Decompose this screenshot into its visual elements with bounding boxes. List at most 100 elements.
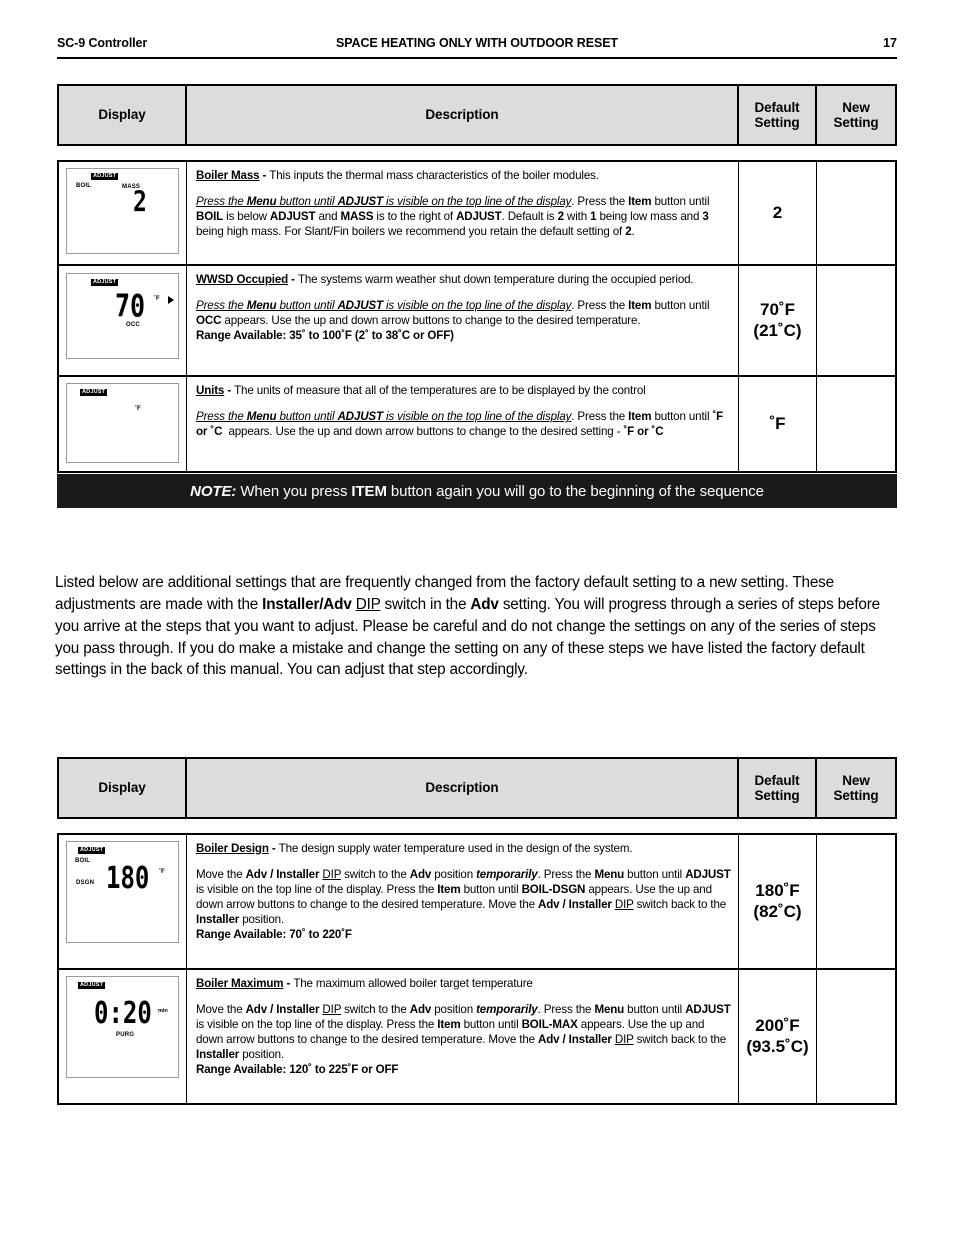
lcd-display-cell: ADJUST BOIL MASS 2 [59,162,187,264]
row-lead-text: The units of measure that all of the tem… [234,384,646,397]
lcd-adjust-badge: ADJUST [91,172,119,180]
default-setting-cell: 2 [739,162,817,264]
lcd-panel-wwsd-occupied: ADJUST 70 ˚F OCC [66,273,179,359]
default-setting-line1: Default [754,772,800,788]
default-setting-line2: Setting [754,788,800,803]
description-cell: Boiler Design - The design supply water … [187,835,739,968]
header-divider [57,57,897,59]
row-lead-text: This inputs the thermal mass characteris… [269,169,599,182]
row-instructions: Press the Menu button until ADJUST is vi… [196,194,710,238]
note-bold-word: ITEM [351,482,387,500]
new-setting-cell[interactable] [817,266,895,375]
default-setting-line1: Default [754,99,800,115]
page-number: 17 [883,36,897,50]
new-setting-cell[interactable] [817,162,895,264]
lcd-adjust-badge: ADJUST [91,278,119,286]
lcd-unit: ˚F [159,869,165,875]
title-separator: - [288,273,298,286]
lcd-display-cell: ADJUST 70 ˚F OCC [59,266,187,375]
default-value-line1: 180˚F [755,881,800,901]
description-cell: WWSD Occupied - The systems warm weather… [187,266,739,375]
title-separator: - [259,169,270,182]
row-description: Boiler Mass - This inputs the thermal ma… [196,169,732,184]
table1-body: ADJUST BOIL MASS 2 Boiler Mass - This in… [57,160,897,473]
table1-col-default-setting: Default Setting [739,86,817,144]
instr-italic-underline: Press the Menu button until ADJUST is vi… [196,298,572,312]
new-setting-cell[interactable] [817,377,895,471]
lcd-display-cell: ADJUST BOIL DSGN 180 ˚F [59,835,187,968]
new-setting-cell[interactable] [817,970,895,1103]
new-setting-line2: Setting [833,788,879,803]
row-instructions: Move the Adv / Installer DIP switch to t… [196,1002,731,1061]
note-text: NOTE: When you press ITEM button again y… [190,482,764,500]
table1-header-row: Display Description Default Setting New … [57,84,897,146]
row-description: Boiler Design - The design supply water … [196,842,732,857]
row-instructions: Move the Adv / Installer DIP switch to t… [196,867,731,926]
default-value-line1: ˚F [769,413,786,433]
row-title: Units [196,384,225,397]
description-cell: Boiler Mass - This inputs the thermal ma… [187,162,739,264]
default-value-line1: 200˚F [755,1016,800,1036]
lcd-value: 70 [115,287,146,324]
row-lead-text: The design supply water temperature used… [278,842,633,855]
table2-col-display: Display [59,759,187,817]
lcd-adjust-badge: ADJUST [80,388,108,396]
table-row: ADJUST BOIL MASS 2 Boiler Mass - This in… [59,162,895,266]
row-range: Range Available: 35˚ to 100˚F (2˚ to 38˚… [196,328,454,342]
title-separator: - [283,977,294,990]
instr-italic-underline: Press the Menu button until ADJUST is vi… [196,409,572,423]
row-description: WWSD Occupied - The systems warm weather… [196,273,732,288]
lcd-display-cell: ADJUST 0:20 min PURG [59,970,187,1103]
default-setting-cell: 200˚F (93.5˚C) [739,970,817,1103]
lcd-panel-units: ADJUST ˚F [66,383,179,463]
row-instructions: Press the Menu button until ADJUST is vi… [196,409,724,438]
default-value-line1: 70˚F [760,300,795,320]
lcd-value: 2 [133,186,147,219]
title-separator: - [268,842,279,855]
default-setting-cell: 70˚F (21˚C) [739,266,817,375]
row-lead-text: The maximum allowed boiler target temper… [293,977,533,990]
row-description: Units - The units of measure that all of… [196,384,732,399]
lcd-sublabel-purg: PURG [116,1032,135,1038]
new-setting-cell[interactable] [817,835,895,968]
lcd-pointer-triangle-icon [168,296,174,304]
table-row: ADJUST 70 ˚F OCC WWSD Occupied - The sys… [59,266,895,377]
default-setting-cell: 180˚F (82˚C) [739,835,817,968]
lcd-panel-boiler-mass: ADJUST BOIL MASS 2 [66,168,179,254]
lcd-sublabel-occ: OCC [126,322,140,328]
row-title: Boiler Design [196,842,269,855]
table-row: ADJUST ˚F Units - The units of measure t… [59,377,895,471]
row-lead-text: The systems warm weather shut down tempe… [297,273,694,286]
row-instructions: Press the Menu button until ADJUST is vi… [196,298,710,327]
header-center-title: SPACE HEATING ONLY WITH OUTDOOR RESET [336,36,618,50]
default-value-line2: (93.5˚C) [746,1036,809,1056]
table1-col-new-setting: New Setting [817,86,895,144]
default-value-line2: (21˚C) [753,320,802,340]
lcd-adjust-badge: ADJUST [78,981,106,989]
lcd-label-boil: BOIL [76,183,92,189]
default-value-line2: (82˚C) [753,901,802,921]
lcd-adjust-badge: ADJUST [78,846,106,854]
row-title: WWSD Occupied [196,273,289,286]
new-setting-line1: New [842,772,870,788]
lcd-unit: ˚F [154,296,160,302]
title-separator: - [224,384,235,397]
new-setting-line2: Setting [833,115,879,130]
row-description: Boiler Maximum - The maximum allowed boi… [196,977,732,992]
note-bar: NOTE: When you press ITEM button again y… [57,474,897,508]
lcd-display-cell: ADJUST ˚F [59,377,187,471]
lcd-label-boil: BOIL [75,858,91,864]
table2-body: ADJUST BOIL DSGN 180 ˚F Boiler Design - … [57,833,897,1105]
table1-col-display: Display [59,86,187,144]
table-row: ADJUST BOIL DSGN 180 ˚F Boiler Design - … [59,835,895,970]
table1-col-description: Description [187,86,739,144]
row-range: Range Available: 70˚ to 220˚F [196,927,352,941]
default-value-line1: 2 [772,202,783,222]
lcd-unit: ˚F [135,406,141,412]
default-setting-line2: Setting [754,115,800,130]
default-setting-cell: ˚F [739,377,817,471]
description-cell: Boiler Maximum - The maximum allowed boi… [187,970,739,1103]
new-setting-line1: New [842,99,870,115]
lcd-value: 180 [106,860,150,896]
page-header: SC-9 Controller SPACE HEATING ONLY WITH … [57,36,897,58]
